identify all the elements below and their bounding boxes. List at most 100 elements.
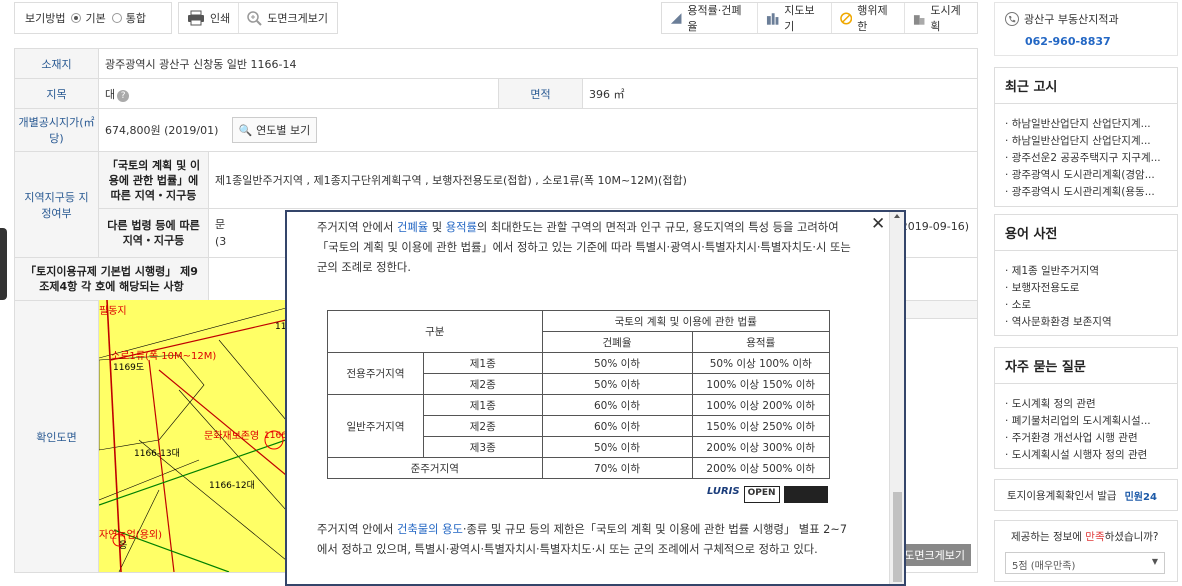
printer-icon [188,10,204,26]
term-popup: 주거지역 안에서 건폐율 및 용적률의 최대한도는 관할 구역의 면적과 인구 … [285,210,906,586]
list-item[interactable]: · 보행자전용도로 [1005,280,1167,297]
yearly-view-button[interactable]: 🔍 연도별 보기 [231,117,318,143]
luris-logo: LURIS [707,486,740,497]
cadastral-map[interactable]: 필동지 소로1류(폭 10M~12M) 1169도 1166-13대 1166-… [99,300,286,572]
calc-label: 용적률·건폐율 [687,4,742,33]
map-zoom-small-button[interactable]: 도면크게보기 [898,544,971,566]
cell-sub: 제2종 [423,415,543,437]
prohibit-icon [840,11,853,25]
side-collapse-tab[interactable] [0,228,7,300]
price-label: 개별공시지가(㎡ 당) [14,108,99,152]
view-mode-group: 보기방법 기본 통합 [14,2,172,34]
p1-link-bcr[interactable]: 건폐율 [397,221,428,234]
chevron-down-icon: ▼ [1151,557,1158,566]
cell-bcr: 70% 이하 [541,457,693,479]
certificate-issue-box[interactable]: 토지이용계획확인서 발급 민원24 [994,479,1178,511]
open-license-logo: OPEN [743,486,780,503]
restriction-label: 행위제한 [857,4,888,33]
list-item[interactable]: · 소로 [1005,297,1167,314]
list-item[interactable]: · 광주광역시 도시관리계획(용동... [1005,184,1167,201]
print-group: 인쇄 도면크게보기 [178,2,338,34]
city-plan-label: 도시계획 [930,4,961,33]
scroll-thumb[interactable] [893,492,902,582]
cell-far: 50% 이상 100% 이하 [691,352,830,374]
term-dictionary-list: · 제1종 일반주거지역 · 보행자전용도로 · 소로 · 역사문화환경 보존지… [995,251,1177,337]
th-bcr: 건폐율 [541,331,693,353]
th-category: 구분 [327,310,543,353]
search-icon: 🔍 [238,124,253,137]
certificate-issue-label: 토지이용계획확인서 발급 [1007,489,1117,502]
jimok-label: 지목 [14,78,99,109]
list-item[interactable]: · 주거환경 개선사업 시행 관련 [1005,430,1167,447]
office-name: 광산구 부동산지적과 [1024,13,1119,26]
cell-far: 100% 이상 150% 이하 [691,373,830,395]
map-zoom-button[interactable]: 도면크게보기 [238,3,336,33]
view-combined-label[interactable]: 통합 [126,10,146,26]
list-item[interactable]: · 제1종 일반주거지역 [1005,263,1167,280]
view-basic-radio[interactable] [71,13,82,23]
map-label-d: 1166-13대 [134,449,180,459]
map-label-h: 1166 [264,431,286,441]
law2-label: 다른 법령 등에 따른 지역・지구등 [98,208,209,258]
confirm-map-label: 확인도면 [14,300,99,573]
map-view-button[interactable]: 지도보기 [756,3,831,33]
map-zoom-small-label: 도면크게보기 [904,549,965,562]
cell-bcr: 50% 이하 [541,352,693,374]
popup-scrollbar[interactable] [889,212,904,584]
popup-paragraph-1: 주거지역 안에서 건폐율 및 용적률의 최대한도는 관할 구역의 면적과 인구 … [317,218,857,278]
list-item[interactable]: · 하남일반산업단지 산업단지계... [1005,116,1167,133]
print-button[interactable]: 인쇄 [179,3,238,33]
calc-button[interactable]: 용적률·건폐율 [662,3,757,33]
close-icon[interactable]: ✕ [871,214,885,234]
p2-link-building-use[interactable]: 건축물의 용도 [397,523,463,536]
table-row: 일반주거지역 제1종 60% 이하 100% 이상 200% 이하 [327,394,830,458]
row-jimok: 지목 대? 면적 396 ㎡ [14,78,978,109]
office-contact-box: 광산구 부동산지적과 062-960-8837 [994,2,1178,56]
list-item[interactable]: · 도시계획시설 시행자 정의 관련 [1005,447,1167,464]
law2-value-a: 문 [215,218,226,231]
th-far: 용적률 [691,331,830,353]
recent-notice-list: · 하남일반산업단지 산업단지계... · 하남일반산업단지 산업단지계... … [995,104,1177,207]
scroll-up-icon[interactable] [894,214,900,218]
cell-group: 전용주거지역 [327,352,424,395]
location-label: 소재지 [14,48,99,79]
list-item[interactable]: · 역사문화환경 보존지역 [1005,314,1167,331]
restriction-button[interactable]: 행위제한 [830,3,904,33]
row-price: 개별공시지가(㎡ 당) 674,800원 (2019/01) 🔍 연도별 보기 [14,108,978,152]
office-phone[interactable]: 062-960-8837 [995,27,1177,48]
p1-link-far[interactable]: 용적률 [446,221,477,234]
help-icon[interactable]: ? [117,89,130,102]
survey-question: 제공하는 정보에 만족하셨습니까? [1011,531,1159,543]
term-dictionary-title: 용어 사전 [995,215,1177,251]
cell-far: 200% 이상 300% 이하 [691,436,830,458]
cell-far: 150% 이상 250% 이하 [691,415,830,437]
cell-bcr: 50% 이하 [541,436,693,458]
list-item[interactable]: · 도시계획 정의 관련 [1005,396,1167,413]
decree-label: 「토지이용규제 기본법 시행령」 제9조제4항 각 호에 해당되는 사항 [14,257,209,301]
map-label-c: 1169도 [113,363,145,373]
list-item[interactable]: · 광주선운2 공공주택지구 지구계... [1005,150,1167,167]
faq-title: 자주 묻는 질문 [995,348,1177,384]
map-view-label: 지도보기 [784,4,815,33]
view-basic-label[interactable]: 기본 [85,10,105,26]
view-combined-radio[interactable] [111,13,122,23]
law1-value: 제1종일반주거지역 , 제1종지구단위계획구역 , 보행자전용도로(접합) , … [208,151,978,209]
p2-text-a: 주거지역 안에서 [317,523,397,536]
cell-far: 200% 이상 500% 이하 [691,457,830,479]
list-item[interactable]: · 하남일반산업단지 산업단지계... [1005,133,1167,150]
price-value: 674,800원 (2019/01) [105,124,219,137]
cell-bcr: 60% 이하 [541,415,693,437]
price-cell: 674,800원 (2019/01) 🔍 연도별 보기 [98,108,978,152]
cell-sub: 제1종 [423,352,543,374]
tools-group: 용적률·건폐율 지도보기 행위제한 도시계획 [661,2,978,34]
list-item[interactable]: · 광주광역시 도시관리계획(경암... [1005,167,1167,184]
map-label-i: 자연녹업(용외) [99,530,163,541]
city-plan-button[interactable]: 도시계획 [903,3,977,33]
list-item[interactable]: · 폐기물처리업의 도시계획시설... [1005,413,1167,430]
print-label: 인쇄 [210,12,231,25]
satisfaction-select[interactable]: 5점 (매우만족) ▼ [1005,552,1165,574]
map-label-e: 1166-12대 [209,481,255,491]
satisfaction-selected-value: 5점 (매우만족) [1012,561,1076,572]
law2-value-b: (3 [215,235,227,248]
yearly-view-label: 연도별 보기 [256,124,311,137]
